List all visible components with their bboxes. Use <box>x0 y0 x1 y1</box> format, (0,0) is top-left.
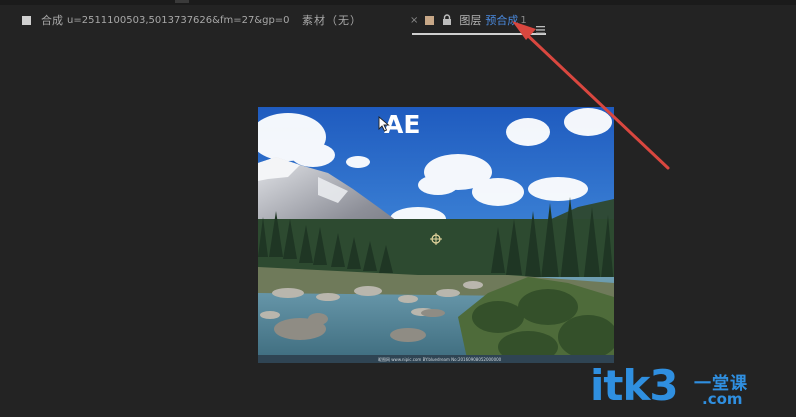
layer-swatch-icon <box>425 15 435 25</box>
watermark-domain-text: .com <box>702 390 743 408</box>
anchor-point-icon[interactable] <box>430 230 442 245</box>
photo-caption: 昵图网 www.nipic.com BY:bluedream No:201609… <box>378 356 502 362</box>
site-watermark: itk3 一堂课 .com <box>590 363 790 413</box>
composition-name: u=2511100503,5013737626&fm=27&gp=0 <box>67 14 290 26</box>
tab-layer[interactable]: × 图层 预合成 1 <box>410 12 527 28</box>
composition-tab-label: 合成 <box>41 14 63 27</box>
cursor-arrow-icon <box>378 116 390 132</box>
tab-composition[interactable]: 合成 u=2511100503,5013737626&fm=27&gp=0 <box>22 12 290 28</box>
tab-source[interactable]: 素材（无） <box>302 12 362 28</box>
close-icon[interactable]: × <box>410 15 418 26</box>
watermark-main-text: itk3 <box>590 361 679 410</box>
panel-menu-icon[interactable] <box>536 19 545 34</box>
strip-marker <box>175 0 189 3</box>
viewer-tab-bar: 合成 u=2511100503,5013737626&fm=27&gp=0 素材… <box>0 5 796 35</box>
layer-suffix: 1 <box>520 14 527 26</box>
layer-tab-label: 图层 <box>459 14 482 27</box>
layer-name-link[interactable]: 预合成 <box>485 12 518 28</box>
lock-icon[interactable] <box>442 14 452 26</box>
composition-swatch-icon <box>22 15 31 25</box>
active-tab-underline <box>412 33 546 35</box>
